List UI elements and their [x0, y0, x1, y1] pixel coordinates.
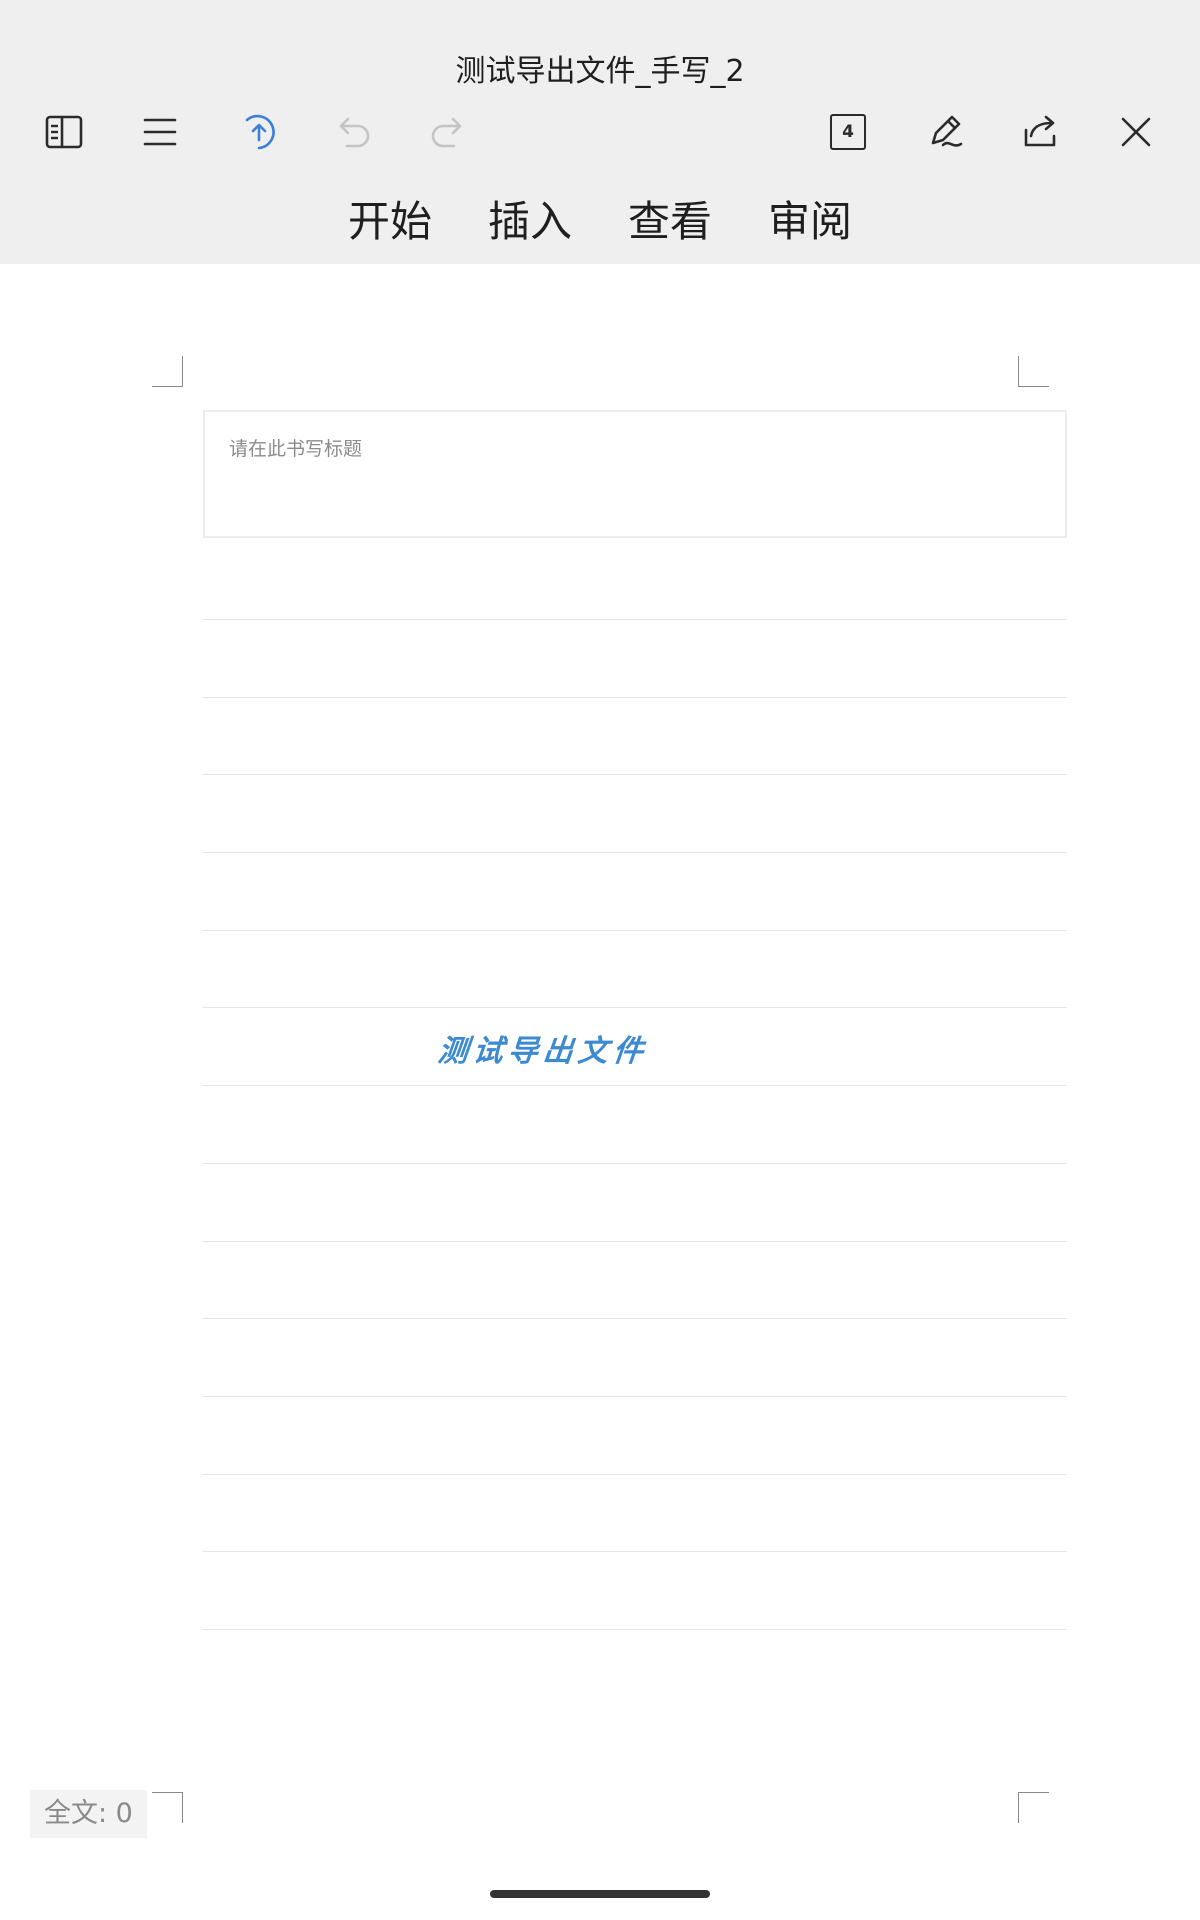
tab-review[interactable]: 审阅 — [768, 192, 852, 252]
ruled-line — [203, 1474, 1067, 1475]
page-count-value: 4 — [842, 122, 854, 142]
undo-icon — [339, 117, 370, 148]
page-count-button[interactable]: 4 — [822, 106, 874, 158]
ruled-line — [203, 1629, 1067, 1630]
app-header: 测试导出文件_手写_2 4 开始 插入 查看 审阅 — [0, 0, 1200, 264]
page-corner-bottom-right — [1018, 1792, 1049, 1823]
ruled-line — [203, 1318, 1067, 1319]
pen-edit-button[interactable] — [918, 106, 970, 158]
sync-button[interactable] — [233, 106, 285, 158]
ruled-line — [203, 1396, 1067, 1397]
close-icon — [1121, 117, 1151, 147]
ruled-line — [203, 1551, 1067, 1552]
ruled-line — [203, 1163, 1067, 1164]
ruled-line — [203, 1241, 1067, 1242]
share-button[interactable] — [1014, 106, 1066, 158]
sidebar-toggle-icon — [45, 115, 83, 149]
page-corner-top-left — [152, 356, 183, 387]
ribbon-tabs: 开始 插入 查看 审阅 — [0, 192, 1200, 252]
page-corner-bottom-left — [152, 1792, 183, 1823]
sidebar-toggle-button[interactable] — [38, 106, 90, 158]
word-count-badge: 全文: 0 — [30, 1790, 147, 1838]
tab-start[interactable]: 开始 — [348, 192, 432, 252]
sync-upload-icon — [245, 114, 275, 150]
ruled-line — [203, 774, 1067, 775]
ruled-line — [203, 1007, 1067, 1008]
ruled-line — [203, 697, 1067, 698]
close-button[interactable] — [1110, 106, 1162, 158]
page-corner-top-right — [1018, 356, 1049, 387]
ruled-line — [203, 852, 1067, 853]
menu-icon — [143, 118, 177, 146]
tab-view[interactable]: 查看 — [628, 192, 712, 252]
redo-icon — [431, 117, 462, 148]
ruled-line — [203, 930, 1067, 931]
redo-button[interactable] — [422, 106, 474, 158]
handwritten-text[interactable]: 测试导出文件 — [435, 1028, 650, 1076]
pen-edit-icon — [931, 115, 963, 147]
menu-button[interactable] — [134, 106, 186, 158]
undo-button[interactable] — [327, 106, 379, 158]
ruled-line — [203, 619, 1067, 620]
document-title: 测试导出文件_手写_2 — [455, 54, 745, 89]
title-placeholder: 请在此书写标题 — [229, 438, 363, 460]
title-input-box[interactable]: 请在此书写标题 — [203, 410, 1067, 538]
share-icon — [1024, 115, 1056, 147]
home-indicator[interactable] — [490, 1890, 710, 1898]
page-count-icon: 4 — [830, 114, 866, 150]
tab-insert[interactable]: 插入 — [488, 192, 572, 252]
ruled-line — [203, 1085, 1067, 1086]
